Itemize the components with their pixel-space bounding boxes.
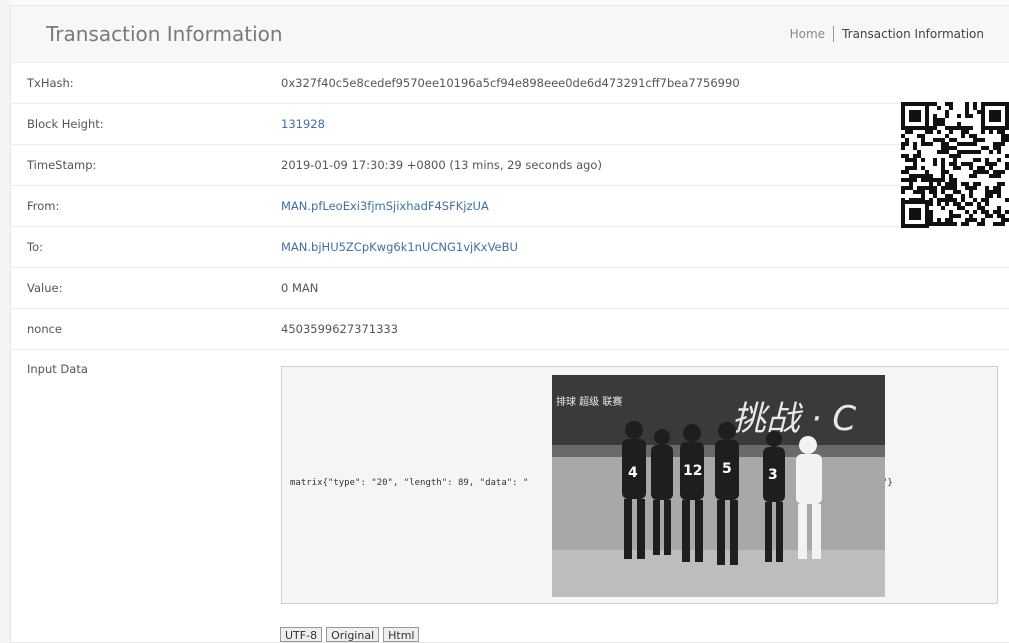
jersey-number: 3 bbox=[768, 467, 778, 483]
table-row-block-height: Block Height: 131928 bbox=[11, 104, 1009, 145]
details-table: TxHash: 0x327f40c5e8cedef9570ee10196a5cf… bbox=[11, 63, 1009, 604]
block-height-link[interactable]: 131928 bbox=[281, 117, 325, 131]
table-row-txhash: TxHash: 0x327f40c5e8cedef9570ee10196a5cf… bbox=[11, 63, 1009, 104]
txhash-value: 0x327f40c5e8cedef9570ee10196a5cf94e898ee… bbox=[281, 76, 740, 90]
row-label: nonce bbox=[27, 322, 63, 336]
row-label: Input Data bbox=[27, 362, 88, 376]
html-button[interactable]: Html bbox=[383, 627, 420, 642]
encoding-button-group: UTF-8 Original Html bbox=[280, 627, 420, 642]
value-amount: 0 MAN bbox=[281, 281, 319, 295]
input-data-code-prefix: matrix{"type": "20", "length": 89, "data… bbox=[290, 478, 529, 488]
breadcrumb: Home Transaction Information bbox=[790, 26, 984, 42]
from-address-link[interactable]: MAN.pfLeoExi3fjmSjixhadF4SFKjzUA bbox=[281, 199, 489, 213]
table-row-to: To: MAN.bjHU5ZCpKwg6k1nUCNG1vjKxVeBU bbox=[11, 227, 1009, 268]
transaction-panel: Transaction Information Home Transaction… bbox=[10, 5, 1009, 643]
banner-text-left: 排球 超级 联赛 bbox=[556, 395, 622, 408]
breadcrumb-current: Transaction Information bbox=[842, 27, 984, 41]
table-row-from: From: MAN.pfLeoExi3fjmSjixhadF4SFKjzUA bbox=[11, 186, 1009, 227]
input-data-box: matrix{"type": "20", "length": 89, "data… bbox=[281, 366, 998, 604]
breadcrumb-separator bbox=[833, 26, 835, 42]
left-gutter bbox=[0, 0, 10, 643]
page: Transaction Information Home Transaction… bbox=[0, 0, 1009, 643]
breadcrumb-home-link[interactable]: Home bbox=[790, 27, 825, 41]
qr-code-image bbox=[901, 102, 1009, 228]
nonce-value: 4503599627371333 bbox=[281, 322, 399, 336]
volleyball-team-photo: 排球 超级 联赛 挑战 · C 4 12 5 3 bbox=[552, 375, 885, 597]
row-label: To: bbox=[27, 240, 43, 254]
table-row-value: Value: 0 MAN bbox=[11, 268, 1009, 309]
jersey-number: 5 bbox=[722, 461, 732, 477]
original-button[interactable]: Original bbox=[326, 627, 380, 642]
jersey-number: 4 bbox=[628, 465, 638, 481]
row-label: TxHash: bbox=[27, 76, 74, 90]
panel-header: Transaction Information Home Transaction… bbox=[11, 6, 1009, 63]
table-row-input-data: Input Data matrix{"type": "20", "length"… bbox=[11, 350, 1009, 604]
row-label: TimeStamp: bbox=[27, 158, 97, 172]
table-row-nonce: nonce 4503599627371333 bbox=[11, 309, 1009, 350]
row-label: Block Height: bbox=[27, 117, 104, 131]
to-address-link[interactable]: MAN.bjHU5ZCpKwg6k1nUCNG1vjKxVeBU bbox=[281, 240, 518, 254]
jersey-number: 12 bbox=[683, 463, 702, 479]
row-label: From: bbox=[27, 199, 60, 213]
row-label: Value: bbox=[27, 281, 63, 295]
utf8-button[interactable]: UTF-8 bbox=[280, 627, 323, 642]
banner-text-right: 挑战 · C bbox=[732, 399, 856, 439]
table-row-timestamp: TimeStamp: 2019-01-09 17:30:39 +0800 (13… bbox=[11, 145, 1009, 186]
timestamp-value: 2019-01-09 17:30:39 +0800 (13 mins, 29 s… bbox=[281, 158, 602, 172]
page-title: Transaction Information bbox=[46, 22, 283, 46]
